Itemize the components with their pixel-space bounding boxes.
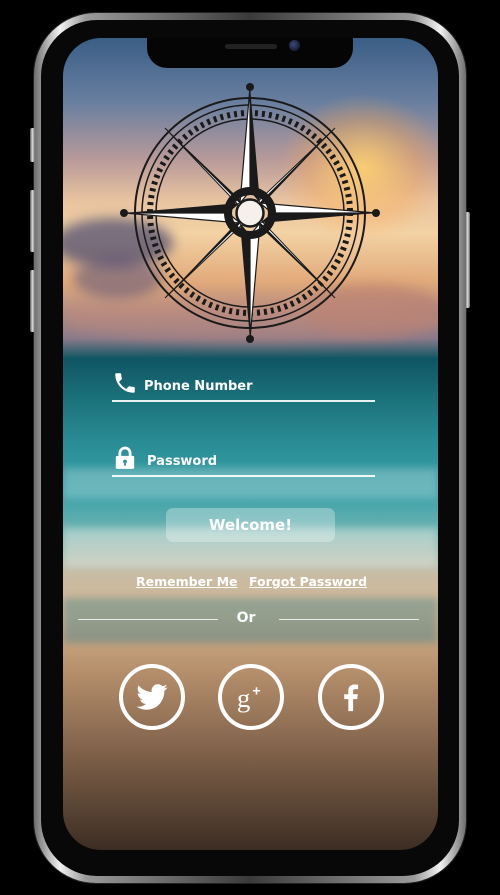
- power-button: [465, 212, 470, 308]
- phone-notch: [147, 38, 353, 68]
- mute-switch: [30, 128, 35, 162]
- volume-down-button: [30, 270, 35, 332]
- facebook-icon: [344, 684, 359, 712]
- phone-number-label: Phone Number: [144, 379, 253, 394]
- forgot-password-link[interactable]: Forgot Password: [249, 574, 367, 589]
- twitter-icon: [136, 684, 168, 710]
- password-field[interactable]: Password: [112, 441, 375, 477]
- svg-text:g: g: [237, 683, 250, 713]
- divider-or-label: Or: [236, 610, 256, 626]
- phone-icon: [112, 370, 138, 396]
- speaker-grille: [225, 44, 277, 49]
- volume-up-button: [30, 190, 35, 252]
- welcome-button[interactable]: Welcome!: [166, 508, 335, 542]
- google-plus-login-button[interactable]: g +: [218, 664, 284, 730]
- password-label: Password: [147, 454, 218, 469]
- remember-me-link[interactable]: Remember Me: [136, 574, 238, 589]
- facebook-login-button[interactable]: [318, 664, 384, 730]
- compass-logo: [118, 82, 382, 344]
- svg-text:+: +: [252, 684, 260, 700]
- google-plus-icon: g +: [237, 683, 261, 713]
- lock-icon: [112, 445, 138, 471]
- divider-line-right: [279, 619, 419, 620]
- twitter-login-button[interactable]: [119, 664, 185, 730]
- divider-line-left: [78, 619, 218, 620]
- front-camera: [289, 40, 300, 51]
- phone-number-field[interactable]: Phone Number: [112, 366, 375, 402]
